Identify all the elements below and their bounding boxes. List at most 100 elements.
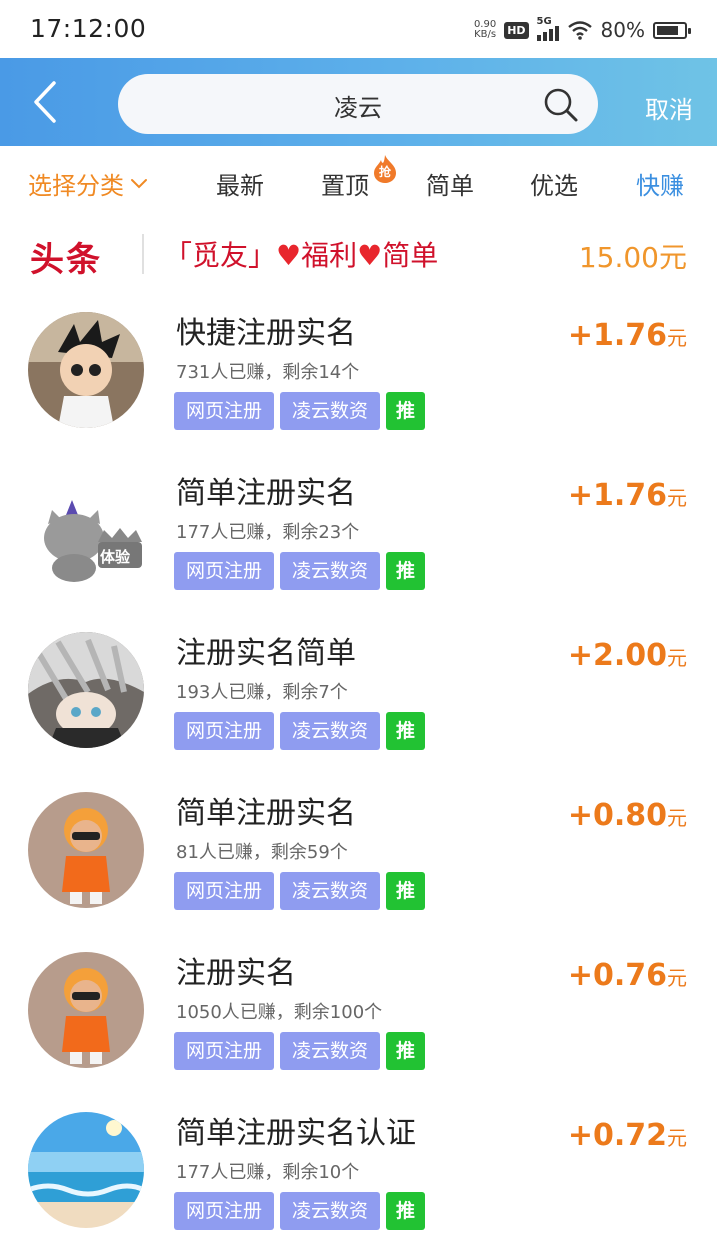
category-select[interactable]: 选择分类 bbox=[28, 166, 148, 201]
tag-web-register: 网页注册 bbox=[174, 1192, 275, 1230]
task-title: 快捷注册实名 bbox=[176, 316, 356, 351]
task-reward: +0.80元 bbox=[568, 798, 687, 833]
tag-recommended: 推 bbox=[386, 872, 426, 910]
tag-web-register: 网页注册 bbox=[174, 392, 275, 430]
tag-source: 凌云数资 bbox=[280, 712, 381, 750]
anime-girl-avatar bbox=[28, 632, 144, 748]
battery-percent: 80% bbox=[600, 18, 645, 42]
divider bbox=[142, 234, 144, 274]
task-meta: 177人已赚，剩余23个 bbox=[176, 522, 360, 543]
task-meta: 1050人已赚，剩余100个 bbox=[176, 1002, 383, 1023]
cat-crown-avatar: 体验 bbox=[28, 472, 144, 588]
task-title: 简单注册实名 bbox=[176, 796, 356, 831]
cancel-button[interactable]: 取消 bbox=[645, 90, 693, 125]
tag-source: 凌云数资 bbox=[280, 1192, 381, 1230]
headline-title-part3: 简单 bbox=[382, 239, 439, 272]
task-tags: 网页注册 凌云数资 推 bbox=[174, 872, 426, 910]
reward-unit: 元 bbox=[667, 1126, 687, 1150]
tab-simple[interactable]: 简单 bbox=[426, 166, 474, 201]
task-title: 注册实名简单 bbox=[176, 636, 356, 671]
task-tags: 网页注册 凌云数资 推 bbox=[174, 1032, 426, 1070]
search-header: 凌云 取消 bbox=[0, 58, 717, 146]
reward-unit: 元 bbox=[667, 646, 687, 670]
task-tags: 网页注册 凌云数资 推 bbox=[174, 552, 426, 590]
task-title: 简单注册实名认证 bbox=[176, 1116, 416, 1151]
reward-amount: +1.76 bbox=[567, 478, 667, 513]
task-meta: 81人已赚，剩余59个 bbox=[176, 842, 348, 863]
hot-badge-label: 抢 bbox=[378, 165, 391, 179]
headline-logo: 头条 bbox=[30, 240, 102, 280]
tag-source: 凌云数资 bbox=[280, 392, 381, 430]
heart-icon: ♥ bbox=[276, 239, 302, 272]
back-button[interactable] bbox=[22, 76, 68, 128]
tag-web-register: 网页注册 bbox=[174, 552, 275, 590]
reward-unit: 元 bbox=[667, 326, 687, 350]
tag-source: 凌云数资 bbox=[280, 552, 381, 590]
headline-title-part2: 福利 bbox=[301, 239, 358, 272]
tag-recommended: 推 bbox=[386, 552, 426, 590]
search-icon[interactable] bbox=[542, 86, 580, 124]
reward-amount: +0.80 bbox=[567, 798, 667, 833]
reward-amount: +1.76 bbox=[567, 318, 667, 353]
task-item[interactable]: 注册实名简单 193人已赚，剩余7个 网页注册 凌云数资 推 +2.00元 bbox=[0, 610, 717, 770]
task-reward: +0.72元 bbox=[568, 1118, 687, 1153]
ocean-avatar bbox=[28, 1112, 144, 1228]
hd-icon: HD bbox=[504, 21, 529, 39]
network-type: 5G bbox=[536, 16, 552, 27]
tag-web-register: 网页注册 bbox=[174, 872, 275, 910]
task-title: 注册实名 bbox=[176, 956, 296, 991]
task-item[interactable]: 简单注册实名 81人已赚，剩余59个 网页注册 凌云数资 推 +0.80元 bbox=[0, 770, 717, 930]
reward-unit: 元 bbox=[667, 806, 687, 830]
tag-recommended: 推 bbox=[386, 1192, 426, 1230]
tab-latest[interactable]: 最新 bbox=[216, 166, 264, 201]
tag-recommended: 推 bbox=[386, 712, 426, 750]
tag-recommended: 推 bbox=[386, 1032, 426, 1070]
tab-quick-earn[interactable]: 快赚 bbox=[636, 166, 684, 201]
avatar-caption: 体验 bbox=[100, 548, 131, 566]
task-title: 简单注册实名 bbox=[176, 476, 356, 511]
headline-title: 「觅友」♥福利♥简单 bbox=[164, 234, 438, 274]
reward-amount: +0.76 bbox=[567, 958, 667, 993]
network-speed-unit: KB/s bbox=[474, 29, 497, 40]
headline-title-part1: 「觅友」 bbox=[164, 239, 277, 272]
headline-banner[interactable]: 头条 「觅友」♥福利♥简单 15.00元 bbox=[0, 220, 717, 286]
task-tags: 网页注册 凌云数资 推 bbox=[174, 712, 426, 750]
wifi-icon bbox=[567, 21, 592, 40]
tab-featured[interactable]: 优选 bbox=[530, 166, 578, 201]
category-tabs: 选择分类 最新 置顶 抢 简单 优选 快赚 bbox=[0, 146, 717, 218]
status-icons: 0.90 KB/s HD 5G 80% bbox=[474, 16, 691, 44]
task-reward: +1.76元 bbox=[568, 318, 687, 353]
battery-fill bbox=[657, 25, 678, 35]
status-bar: 17:12:00 0.90 KB/s HD 5G 80% bbox=[0, 0, 717, 58]
task-meta: 731人已赚，剩余14个 bbox=[176, 362, 360, 383]
battery-icon bbox=[653, 21, 691, 39]
search-query: 凌云 bbox=[334, 94, 382, 122]
task-tags: 网页注册 凌云数资 推 bbox=[174, 392, 426, 430]
task-meta: 177人已赚，剩余10个 bbox=[176, 1162, 360, 1183]
task-item[interactable]: 快捷注册实名 731人已赚，剩余14个 网页注册 凌云数资 推 +1.76元 bbox=[0, 290, 717, 450]
tag-recommended: 推 bbox=[386, 392, 426, 430]
chevron-down-icon bbox=[131, 178, 147, 188]
task-tags: 网页注册 凌云数资 推 bbox=[174, 1192, 426, 1230]
search-input[interactable]: 凌云 bbox=[118, 74, 598, 134]
signal-icon: 5G bbox=[536, 16, 559, 41]
task-item[interactable]: 体验 简单注册实名 177人已赚，剩余23个 网页注册 凌云数资 推 +1.76… bbox=[0, 450, 717, 610]
category-select-label: 选择分类 bbox=[28, 172, 124, 200]
tab-pinned[interactable]: 置顶 bbox=[321, 166, 369, 201]
heart-icon: ♥ bbox=[357, 239, 383, 272]
hot-badge: 抢 bbox=[372, 154, 398, 184]
task-item[interactable]: 简单注册实名认证 177人已赚，剩余10个 网页注册 凌云数资 推 +0.72元 bbox=[0, 1090, 717, 1244]
cartoon-boy-avatar bbox=[28, 312, 144, 428]
tag-web-register: 网页注册 bbox=[174, 1032, 275, 1070]
status-time: 17:12:00 bbox=[30, 14, 147, 43]
reward-unit: 元 bbox=[667, 486, 687, 510]
task-reward: +2.00元 bbox=[568, 638, 687, 673]
task-item[interactable]: 注册实名 1050人已赚，剩余100个 网页注册 凌云数资 推 +0.76元 bbox=[0, 930, 717, 1090]
task-reward: +0.76元 bbox=[568, 958, 687, 993]
tag-source: 凌云数资 bbox=[280, 872, 381, 910]
headline-reward: 15.00元 bbox=[578, 241, 687, 274]
reward-amount: +0.72 bbox=[567, 1118, 667, 1153]
reward-amount: +2.00 bbox=[567, 638, 667, 673]
task-meta: 193人已赚，剩余7个 bbox=[176, 682, 348, 703]
reward-unit: 元 bbox=[667, 966, 687, 990]
